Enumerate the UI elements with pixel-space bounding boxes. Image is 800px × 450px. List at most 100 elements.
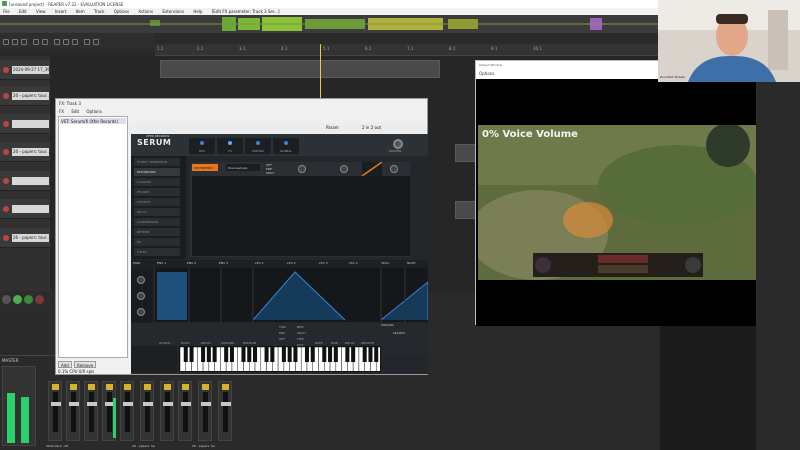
- fx-slot-eq[interactable]: EQ: [134, 238, 180, 246]
- track-name[interactable]: 26 - papers: tour...: [12, 148, 49, 156]
- piano-keyboard[interactable]: [179, 346, 381, 372]
- fader-knob[interactable]: [181, 402, 191, 406]
- channel-strip[interactable]: [218, 381, 232, 441]
- menu-extensions[interactable]: Extensions: [162, 9, 184, 14]
- open-icon[interactable]: [12, 39, 18, 45]
- mod-tab[interactable]: ENV 1: [157, 261, 166, 265]
- track-header[interactable]: 26 - papers: tour...: [0, 228, 50, 248]
- mute-button[interactable]: [124, 384, 131, 390]
- track-header[interactable]: 26 - papers: tour...: [0, 142, 50, 162]
- black-key[interactable]: [304, 347, 309, 362]
- track-name[interactable]: [12, 177, 49, 185]
- record-arm-icon[interactable]: [3, 206, 9, 212]
- black-key[interactable]: [253, 347, 258, 362]
- fx-slot-flanger[interactable]: FLANGER: [134, 178, 180, 186]
- menu-view[interactable]: View: [36, 9, 46, 14]
- menu-edit[interactable]: Edit: [19, 9, 27, 14]
- undo-icon[interactable]: [33, 39, 39, 45]
- black-key[interactable]: [374, 347, 379, 362]
- dist-post-option[interactable]: POST: [266, 171, 274, 175]
- mod-knob[interactable]: [137, 292, 145, 300]
- distortion-mode-select[interactable]: Downsample: [226, 164, 260, 171]
- master-volume-knob[interactable]: [393, 139, 403, 149]
- mute-button[interactable]: [144, 384, 151, 390]
- track-name[interactable]: [12, 120, 49, 128]
- black-key[interactable]: [287, 347, 292, 362]
- pitch-mod-wheels[interactable]: [131, 346, 177, 372]
- mute-button[interactable]: [202, 384, 209, 390]
- fx-menu-fx[interactable]: FX: [59, 109, 64, 114]
- channel-strip[interactable]: [160, 381, 174, 441]
- fader-knob[interactable]: [163, 402, 173, 406]
- remove-fx-button[interactable]: Remove: [74, 361, 97, 368]
- dist-drive-knob[interactable]: [340, 165, 348, 173]
- record-arm-icon[interactable]: [3, 93, 9, 99]
- mute-button[interactable]: [182, 384, 189, 390]
- media-item[interactable]: [160, 60, 440, 78]
- black-key[interactable]: [183, 347, 188, 362]
- black-key[interactable]: [270, 347, 275, 362]
- lfo-bpm-label[interactable]: BPM: [297, 325, 303, 329]
- black-key[interactable]: [201, 347, 206, 362]
- track-name[interactable]: 26 - papers: tour...: [12, 234, 49, 242]
- mod-tab[interactable]: ENV 2: [187, 261, 196, 265]
- fx-slot-delay[interactable]: DELAY: [134, 208, 180, 216]
- track-header[interactable]: 2024-09-27 17_39: [0, 60, 50, 80]
- track-name[interactable]: 26 - papers: tour...: [12, 92, 49, 100]
- black-key[interactable]: [328, 347, 333, 362]
- channel-strip[interactable]: [120, 381, 134, 441]
- master-strip[interactable]: [2, 366, 36, 446]
- tab-osc[interactable]: OSC: [189, 138, 215, 154]
- black-key[interactable]: [368, 347, 373, 362]
- mute-button[interactable]: [52, 384, 59, 390]
- metronome-icon[interactable]: [54, 39, 60, 45]
- black-key[interactable]: [264, 347, 269, 362]
- fader-knob[interactable]: [201, 402, 211, 406]
- mod-tab[interactable]: LFO 1: [255, 261, 264, 265]
- menu-help[interactable]: Help: [193, 9, 202, 14]
- channel-strip[interactable]: [66, 381, 80, 441]
- black-key[interactable]: [224, 347, 229, 362]
- fx-slot-chorus[interactable]: CHORUS: [134, 198, 180, 206]
- output-options-menu[interactable]: Options: [479, 71, 494, 76]
- mute-button[interactable]: [106, 384, 113, 390]
- channel-strip[interactable]: [140, 381, 154, 441]
- stop-icon[interactable]: [2, 295, 11, 304]
- black-key[interactable]: [322, 347, 327, 362]
- black-key[interactable]: [333, 347, 338, 362]
- lfo-off-label[interactable]: OFF: [279, 337, 285, 341]
- black-key[interactable]: [345, 347, 350, 362]
- black-key[interactable]: [229, 347, 234, 362]
- record-arm-icon[interactable]: [3, 67, 9, 73]
- add-fx-button[interactable]: Add: [58, 361, 72, 368]
- fader-knob[interactable]: [123, 402, 133, 406]
- black-key[interactable]: [247, 347, 252, 362]
- record-arm-icon[interactable]: [3, 121, 9, 127]
- black-key[interactable]: [281, 347, 286, 362]
- fx-slot-reverb[interactable]: REVERB: [134, 228, 180, 236]
- project-overview[interactable]: [0, 15, 660, 33]
- mute-button[interactable]: [164, 384, 171, 390]
- lfo-env-label[interactable]: ENV: [279, 331, 285, 335]
- mute-button[interactable]: [222, 384, 229, 390]
- io-button[interactable]: 2 in 2 out: [362, 125, 381, 130]
- track-name[interactable]: [12, 205, 49, 213]
- mod-tab[interactable]: ENV 3: [219, 261, 228, 265]
- black-key[interactable]: [189, 347, 194, 362]
- fx-slot-hyper[interactable]: HYPER / DIMENSION: [134, 158, 180, 166]
- mute-button[interactable]: [88, 384, 95, 390]
- fader-knob[interactable]: [143, 402, 153, 406]
- fx-slot-phaser[interactable]: PHASER: [134, 188, 180, 196]
- fx-menu-options[interactable]: Options: [86, 109, 101, 114]
- mod-tab[interactable]: VELO: [381, 261, 389, 265]
- record-arm-icon[interactable]: [3, 149, 9, 155]
- black-key[interactable]: [310, 347, 315, 362]
- param-button[interactable]: Param: [326, 125, 339, 130]
- mod-tab[interactable]: NOTE: [407, 261, 415, 265]
- track-header[interactable]: [0, 199, 50, 219]
- tab-matrix[interactable]: MATRIX: [245, 138, 271, 154]
- channel-strip[interactable]: [102, 381, 116, 441]
- tab-global[interactable]: GLOBAL: [273, 138, 299, 154]
- mod-tab[interactable]: LFO 4: [349, 261, 358, 265]
- dist-mix-knob[interactable]: [390, 165, 398, 173]
